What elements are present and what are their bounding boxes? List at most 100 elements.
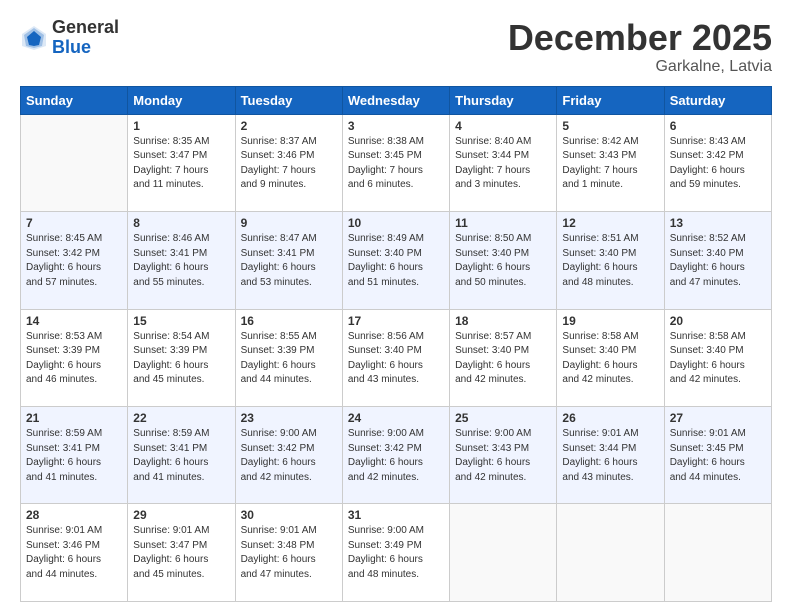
day-info: Sunrise: 9:00 AM Sunset: 3:42 PM Dayligh… <box>241 427 337 485</box>
day-info: Sunrise: 8:37 AM Sunset: 3:46 PM Dayligh… <box>241 135 337 193</box>
day-number: 18 <box>455 314 551 328</box>
day-number: 26 <box>562 411 658 425</box>
day-number: 9 <box>241 216 337 230</box>
day-info: Sunrise: 8:58 AM Sunset: 3:40 PM Dayligh… <box>670 330 766 388</box>
day-info: Sunrise: 9:00 AM Sunset: 3:42 PM Dayligh… <box>348 427 444 485</box>
day-number: 27 <box>670 411 766 425</box>
day-number: 31 <box>348 508 444 522</box>
logo-icon <box>20 24 48 52</box>
col-friday: Friday <box>557 86 664 114</box>
table-row: 21 Sunrise: 8:59 AM Sunset: 3:41 PM Dayli… <box>21 407 128 504</box>
day-number: 25 <box>455 411 551 425</box>
day-number: 8 <box>133 216 229 230</box>
table-row: 24 Sunrise: 9:00 AM Sunset: 3:42 PM Dayli… <box>342 407 449 504</box>
col-tuesday: Tuesday <box>235 86 342 114</box>
col-monday: Monday <box>128 86 235 114</box>
day-number: 4 <box>455 119 551 133</box>
day-info: Sunrise: 9:00 AM Sunset: 3:43 PM Dayligh… <box>455 427 551 485</box>
col-sunday: Sunday <box>21 86 128 114</box>
table-row: 26 Sunrise: 9:01 AM Sunset: 3:44 PM Dayli… <box>557 407 664 504</box>
day-info: Sunrise: 8:35 AM Sunset: 3:47 PM Dayligh… <box>133 135 229 193</box>
day-info: Sunrise: 8:47 AM Sunset: 3:41 PM Dayligh… <box>241 232 337 290</box>
day-info: Sunrise: 8:38 AM Sunset: 3:45 PM Dayligh… <box>348 135 444 193</box>
day-number: 30 <box>241 508 337 522</box>
day-number: 6 <box>670 119 766 133</box>
day-number: 10 <box>348 216 444 230</box>
day-info: Sunrise: 8:59 AM Sunset: 3:41 PM Dayligh… <box>133 427 229 485</box>
table-row: 5 Sunrise: 8:42 AM Sunset: 3:43 PM Daylig… <box>557 114 664 211</box>
table-row: 9 Sunrise: 8:47 AM Sunset: 3:41 PM Daylig… <box>235 212 342 309</box>
table-row: 16 Sunrise: 8:55 AM Sunset: 3:39 PM Dayli… <box>235 309 342 406</box>
day-info: Sunrise: 9:01 AM Sunset: 3:46 PM Dayligh… <box>26 524 122 582</box>
day-number: 29 <box>133 508 229 522</box>
title-block: December 2025 Garkalne, Latvia <box>508 18 772 76</box>
table-row: 11Sunrise: 8:50 AM Sunset: 3:40 PM Dayli… <box>450 212 557 309</box>
calendar-table: Sunday Monday Tuesday Wednesday Thursday… <box>20 86 772 602</box>
day-info: Sunrise: 8:53 AM Sunset: 3:39 PM Dayligh… <box>26 330 122 388</box>
day-info: Sunrise: 9:00 AM Sunset: 3:49 PM Dayligh… <box>348 524 444 582</box>
day-number: 16 <box>241 314 337 328</box>
table-row: 17 Sunrise: 8:56 AM Sunset: 3:40 PM Dayli… <box>342 309 449 406</box>
page: General Blue December 2025 Garkalne, Lat… <box>0 0 792 612</box>
table-row <box>557 504 664 602</box>
day-number: 1 <box>133 119 229 133</box>
day-number: 17 <box>348 314 444 328</box>
day-info: Sunrise: 9:01 AM Sunset: 3:44 PM Dayligh… <box>562 427 658 485</box>
table-row: 29 Sunrise: 9:01 AM Sunset: 3:47 PM Dayli… <box>128 504 235 602</box>
table-row: 15 Sunrise: 8:54 AM Sunset: 3:39 PM Dayli… <box>128 309 235 406</box>
day-number: 2 <box>241 119 337 133</box>
table-row: 25 Sunrise: 9:00 AM Sunset: 3:43 PM Dayli… <box>450 407 557 504</box>
table-row: 4Sunrise: 8:40 AM Sunset: 3:44 PM Daylig… <box>450 114 557 211</box>
table-row: 13 Sunrise: 8:52 AM Sunset: 3:40 PM Dayli… <box>664 212 771 309</box>
day-info: Sunrise: 8:49 AM Sunset: 3:40 PM Dayligh… <box>348 232 444 290</box>
calendar-week-row: 28 Sunrise: 9:01 AM Sunset: 3:46 PM Dayli… <box>21 504 772 602</box>
day-info: Sunrise: 8:54 AM Sunset: 3:39 PM Dayligh… <box>133 330 229 388</box>
day-info: Sunrise: 8:50 AM Sunset: 3:40 PM Dayligh… <box>455 232 551 290</box>
calendar-week-row: 14Sunrise: 8:53 AM Sunset: 3:39 PM Dayli… <box>21 309 772 406</box>
col-wednesday: Wednesday <box>342 86 449 114</box>
table-row <box>21 114 128 211</box>
day-number: 24 <box>348 411 444 425</box>
table-row: 23Sunrise: 9:00 AM Sunset: 3:42 PM Dayli… <box>235 407 342 504</box>
header: General Blue December 2025 Garkalne, Lat… <box>20 18 772 76</box>
day-info: Sunrise: 8:46 AM Sunset: 3:41 PM Dayligh… <box>133 232 229 290</box>
day-number: 5 <box>562 119 658 133</box>
table-row: 8 Sunrise: 8:46 AM Sunset: 3:41 PM Daylig… <box>128 212 235 309</box>
day-number: 7 <box>26 216 122 230</box>
day-info: Sunrise: 9:01 AM Sunset: 3:47 PM Dayligh… <box>133 524 229 582</box>
day-info: Sunrise: 8:42 AM Sunset: 3:43 PM Dayligh… <box>562 135 658 193</box>
table-row: 14Sunrise: 8:53 AM Sunset: 3:39 PM Dayli… <box>21 309 128 406</box>
logo: General Blue <box>20 18 119 58</box>
day-info: Sunrise: 9:01 AM Sunset: 3:45 PM Dayligh… <box>670 427 766 485</box>
table-row: 27 Sunrise: 9:01 AM Sunset: 3:45 PM Dayli… <box>664 407 771 504</box>
table-row: 28 Sunrise: 9:01 AM Sunset: 3:46 PM Dayli… <box>21 504 128 602</box>
table-row: 22 Sunrise: 8:59 AM Sunset: 3:41 PM Dayli… <box>128 407 235 504</box>
day-info: Sunrise: 8:58 AM Sunset: 3:40 PM Dayligh… <box>562 330 658 388</box>
day-info: Sunrise: 8:52 AM Sunset: 3:40 PM Dayligh… <box>670 232 766 290</box>
table-row: 6 Sunrise: 8:43 AM Sunset: 3:42 PM Daylig… <box>664 114 771 211</box>
day-info: Sunrise: 8:43 AM Sunset: 3:42 PM Dayligh… <box>670 135 766 193</box>
day-info: Sunrise: 8:59 AM Sunset: 3:41 PM Dayligh… <box>26 427 122 485</box>
calendar-week-row: 7Sunrise: 8:45 AM Sunset: 3:42 PM Daylig… <box>21 212 772 309</box>
day-number: 15 <box>133 314 229 328</box>
logo-blue-text: Blue <box>52 38 119 58</box>
table-row: 10 Sunrise: 8:49 AM Sunset: 3:40 PM Dayli… <box>342 212 449 309</box>
logo-text: General Blue <box>52 18 119 58</box>
day-number: 28 <box>26 508 122 522</box>
day-number: 3 <box>348 119 444 133</box>
day-info: Sunrise: 8:51 AM Sunset: 3:40 PM Dayligh… <box>562 232 658 290</box>
day-info: Sunrise: 8:55 AM Sunset: 3:39 PM Dayligh… <box>241 330 337 388</box>
calendar-header-row: Sunday Monday Tuesday Wednesday Thursday… <box>21 86 772 114</box>
table-row: 31 Sunrise: 9:00 AM Sunset: 3:49 PM Dayli… <box>342 504 449 602</box>
day-info: Sunrise: 8:56 AM Sunset: 3:40 PM Dayligh… <box>348 330 444 388</box>
day-number: 21 <box>26 411 122 425</box>
day-number: 22 <box>133 411 229 425</box>
day-info: Sunrise: 9:01 AM Sunset: 3:48 PM Dayligh… <box>241 524 337 582</box>
day-number: 13 <box>670 216 766 230</box>
calendar-week-row: 1 Sunrise: 8:35 AM Sunset: 3:47 PM Daylig… <box>21 114 772 211</box>
day-number: 19 <box>562 314 658 328</box>
col-saturday: Saturday <box>664 86 771 114</box>
table-row: 20Sunrise: 8:58 AM Sunset: 3:40 PM Dayli… <box>664 309 771 406</box>
table-row: 12Sunrise: 8:51 AM Sunset: 3:40 PM Dayli… <box>557 212 664 309</box>
table-row: 19 Sunrise: 8:58 AM Sunset: 3:40 PM Dayli… <box>557 309 664 406</box>
